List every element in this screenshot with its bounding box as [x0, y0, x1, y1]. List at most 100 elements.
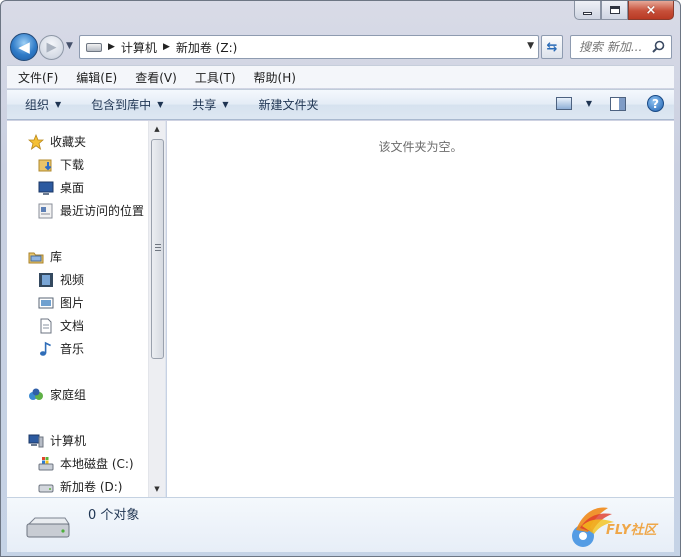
refresh-icon: ⇆ [546, 39, 558, 55]
music-note-icon [38, 341, 54, 357]
breadcrumb-volume-z[interactable]: 新加卷 (Z:) [176, 39, 237, 56]
address-bar[interactable]: ▶ 计算机 ▶ 新加卷 (Z:) ▼ [79, 35, 539, 59]
search-input[interactable] [579, 40, 651, 54]
pictures-icon [38, 295, 54, 311]
drive-icon [26, 517, 70, 538]
menu-edit[interactable]: 编辑(E) [65, 69, 124, 86]
new-folder-button[interactable]: 新建文件夹 [259, 96, 319, 113]
sidebar-label: 新加卷 (D:) [60, 480, 123, 494]
library-icon [28, 249, 44, 265]
sidebar-item-downloads[interactable]: 下载 [38, 156, 84, 173]
chevron-right-icon[interactable]: ▶ [108, 42, 115, 52]
view-options-dropdown[interactable]: ▼ [586, 99, 592, 108]
organize-button[interactable]: 组织 ▼ [25, 96, 61, 113]
chevron-down-icon: ▼ [157, 100, 164, 109]
sidebar-label: 下载 [60, 158, 85, 172]
navigation-bar: ◀ ▶ ▼ ▶ 计算机 ▶ 新加卷 (Z:) ▼ ⇆ [1, 31, 680, 63]
preview-pane-icon[interactable] [610, 96, 626, 111]
maximize-button[interactable] [601, 1, 628, 20]
refresh-button[interactable]: ⇆ [541, 35, 563, 59]
new-folder-label: 新建文件夹 [258, 98, 319, 112]
navigation-scrollbar[interactable]: ▲ ▼ [148, 121, 165, 497]
chevron-right-icon[interactable]: ▶ [163, 42, 170, 52]
close-button[interactable]: × [628, 1, 674, 20]
sidebar-label: 本地磁盘 (C:) [60, 457, 134, 471]
sidebar-item-computer[interactable]: 计算机 [28, 432, 86, 449]
file-list-area[interactable]: 该文件夹为空。 [167, 121, 674, 497]
forward-arrow-icon: ▶ [46, 40, 57, 55]
sidebar-item-favorites[interactable]: 收藏夹 [28, 133, 86, 150]
video-icon [38, 272, 54, 288]
grip-icon [155, 244, 161, 252]
organize-label: 组织 [25, 98, 50, 112]
drive-icon [38, 479, 54, 495]
help-icon[interactable]: ? [647, 95, 664, 112]
empty-folder-message: 该文件夹为空。 [378, 140, 463, 154]
system-drive-icon [38, 456, 54, 472]
document-icon [38, 318, 54, 334]
back-arrow-icon: ◀ [18, 38, 30, 56]
chevron-down-icon: ▼ [55, 100, 62, 109]
explorer-window: × ◀ ▶ ▼ ▶ 计算机 ▶ 新加卷 (Z:) ▼ ⇆ 文件(F) 编辑(E)… [0, 0, 681, 557]
sidebar-item-music[interactable]: 音乐 [38, 340, 84, 357]
sidebar-item-videos[interactable]: 视频 [38, 271, 84, 288]
sidebar-label: 家庭组 [50, 388, 87, 402]
menu-view[interactable]: 查看(V) [124, 69, 184, 86]
drive-icon [86, 42, 102, 52]
back-button[interactable]: ◀ [10, 33, 38, 61]
item-count: 0 个对象 [88, 508, 140, 523]
sidebar-item-homegroup[interactable]: 家庭组 [28, 386, 86, 403]
recent-pages-dropdown[interactable]: ▼ [66, 41, 73, 51]
star-icon [28, 133, 44, 150]
sidebar-label: 图片 [60, 296, 85, 310]
navigation-pane: 收藏夹 下载 桌面 最近访问的位置 库 视频 图片 文档 音乐 家庭组 计算机 … [7, 121, 166, 497]
include-in-library-button[interactable]: 包含到库中 ▼ [91, 96, 163, 113]
change-view-icon[interactable] [555, 97, 572, 110]
sidebar-label: 库 [50, 250, 63, 264]
sidebar-item-desktop[interactable]: 桌面 [38, 179, 84, 196]
sidebar-item-documents[interactable]: 文档 [38, 317, 84, 334]
sidebar-label: 桌面 [60, 181, 85, 195]
sidebar-label: 视频 [60, 273, 85, 287]
command-bar: 组织 ▼ 包含到库中 ▼ 共享 ▼ 新建文件夹 ▼ ? [7, 89, 674, 120]
address-history-dropdown[interactable]: ▼ [527, 41, 534, 51]
chevron-down-icon: ▼ [222, 100, 229, 109]
close-icon: × [645, 2, 657, 18]
computer-icon [28, 433, 44, 449]
sidebar-label: 最近访问的位置 [60, 204, 145, 218]
forward-button[interactable]: ▶ [39, 35, 64, 60]
svg-text:FLY社区: FLY社区 [606, 522, 659, 538]
recent-places-icon [38, 203, 54, 219]
menu-file[interactable]: 文件(F) [7, 69, 65, 86]
scroll-thumb[interactable] [151, 139, 164, 359]
desktop-icon [38, 180, 54, 196]
scroll-down-arrow-icon[interactable]: ▼ [149, 481, 165, 497]
view-controls: ▼ ? [555, 95, 664, 112]
sidebar-label: 收藏夹 [50, 135, 87, 149]
sidebar-label: 计算机 [50, 434, 87, 448]
sidebar-item-drive-c[interactable]: 本地磁盘 (C:) [38, 455, 134, 472]
share-label: 共享 [192, 98, 217, 112]
homegroup-icon [28, 387, 44, 403]
minimize-icon [583, 11, 592, 15]
search-icon[interactable] [652, 40, 665, 53]
menu-bar: 文件(F) 编辑(E) 查看(V) 工具(T) 帮助(H) [7, 65, 674, 88]
sidebar-label: 文档 [60, 319, 85, 333]
include-in-library-label: 包含到库中 [91, 98, 152, 112]
breadcrumb-computer[interactable]: 计算机 [121, 39, 157, 56]
caption-buttons: × [574, 1, 674, 21]
fly-community-watermark: FLY社区 [572, 507, 659, 547]
sidebar-item-drive-d[interactable]: 新加卷 (D:) [38, 478, 122, 495]
scroll-up-arrow-icon[interactable]: ▲ [149, 121, 165, 137]
menu-help[interactable]: 帮助(H) [243, 69, 303, 86]
sidebar-item-pictures[interactable]: 图片 [38, 294, 84, 311]
sidebar-label: 音乐 [60, 342, 85, 356]
sidebar-item-libraries[interactable]: 库 [28, 248, 62, 265]
menu-tools[interactable]: 工具(T) [184, 69, 243, 86]
maximize-icon [609, 6, 620, 14]
search-box[interactable] [570, 35, 672, 59]
downloads-folder-icon [38, 157, 54, 173]
minimize-button[interactable] [574, 1, 601, 20]
sidebar-item-recent-places[interactable]: 最近访问的位置 [38, 202, 144, 219]
share-button[interactable]: 共享 ▼ [192, 96, 228, 113]
